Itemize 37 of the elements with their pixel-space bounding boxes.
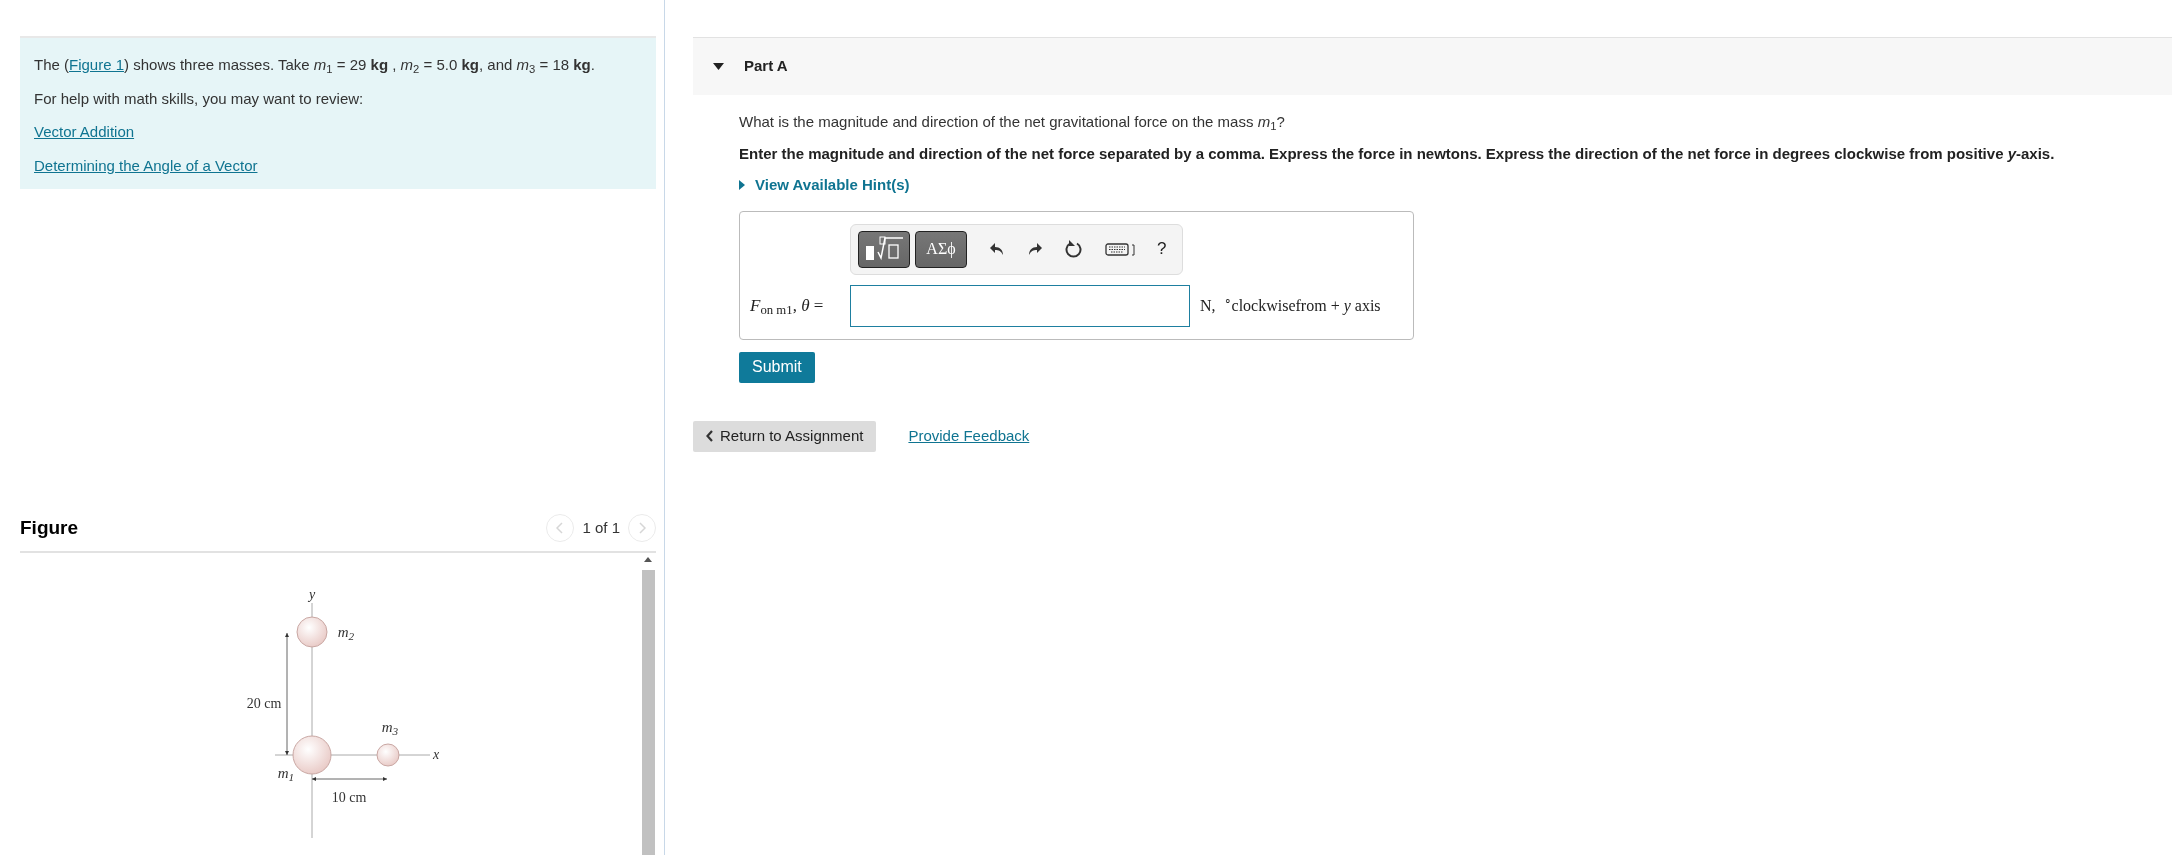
templates-icon [864, 236, 904, 262]
undo-icon[interactable] [989, 241, 1005, 257]
mass-label: m$_{1}$ [277, 763, 295, 784]
mass-label: m$_{3}$ [381, 717, 399, 738]
dimension-label: 10 cm [331, 788, 367, 807]
chevron-right-icon [638, 522, 646, 535]
figure-title: Figure [20, 516, 79, 540]
intro-text: The (Figure 1) shows three masses. Take m$_{1}$ = 29 kg , m$_{2}$ = 5.0 kg, and m$_{3}$ = 18 kg. [34, 55, 596, 77]
feedback-link[interactable]: Provide Feedback [908, 424, 1030, 448]
keyboard-icon[interactable] [1105, 242, 1135, 256]
hint-toggle[interactable]: View Available Hint(s) [739, 174, 910, 197]
scrollbar-thumb[interactable] [641, 569, 655, 855]
page-counter: 1 of 1 [582, 518, 620, 538]
chevron-left-icon [556, 522, 565, 535]
part-header[interactable]: Part A [693, 37, 2172, 95]
help-button[interactable]: ? [1157, 236, 1167, 262]
mass-label: m$_{2}$ [337, 622, 355, 643]
answer-field[interactable] [850, 284, 1190, 327]
axis-label: x [432, 745, 440, 764]
instructions-text: Enter the magnitude and direction of the net force separated by a comma. Express the force in newtons. Express the direction of the net force in degrees clockwise from positive y-axis. [739, 143, 2056, 164]
redo-icon[interactable] [1027, 241, 1043, 257]
axis-label: y [308, 585, 316, 604]
templates-button[interactable] [858, 230, 910, 268]
chevron-left-icon [706, 430, 714, 442]
help-text: For help with math skills, you may want to review: [34, 88, 365, 109]
submit-button[interactable]: Submit [739, 351, 815, 383]
review-link[interactable]: Determining the Angle of a Vector [34, 154, 258, 177]
review-link[interactable]: Vector Addition [34, 121, 135, 144]
units-text: N, $^{∘}$clockwisefrom + y axis [1200, 293, 1381, 317]
symbols-button[interactable]: ΑΣϕ [915, 230, 967, 268]
dimension-label: 20 cm [246, 694, 282, 713]
return-button[interactable]: Return to Assignment [693, 420, 877, 452]
scroll-up-icon [644, 556, 652, 562]
question-text: What is the magnitude and direction of the net gravitational force on the mass m$_{1}$? [739, 112, 1286, 134]
answer-label: F$_{on m1}$, θ = [750, 294, 825, 319]
reset-icon[interactable] [1065, 240, 1083, 258]
figure-link[interactable]: Figure 1 [69, 56, 125, 73]
